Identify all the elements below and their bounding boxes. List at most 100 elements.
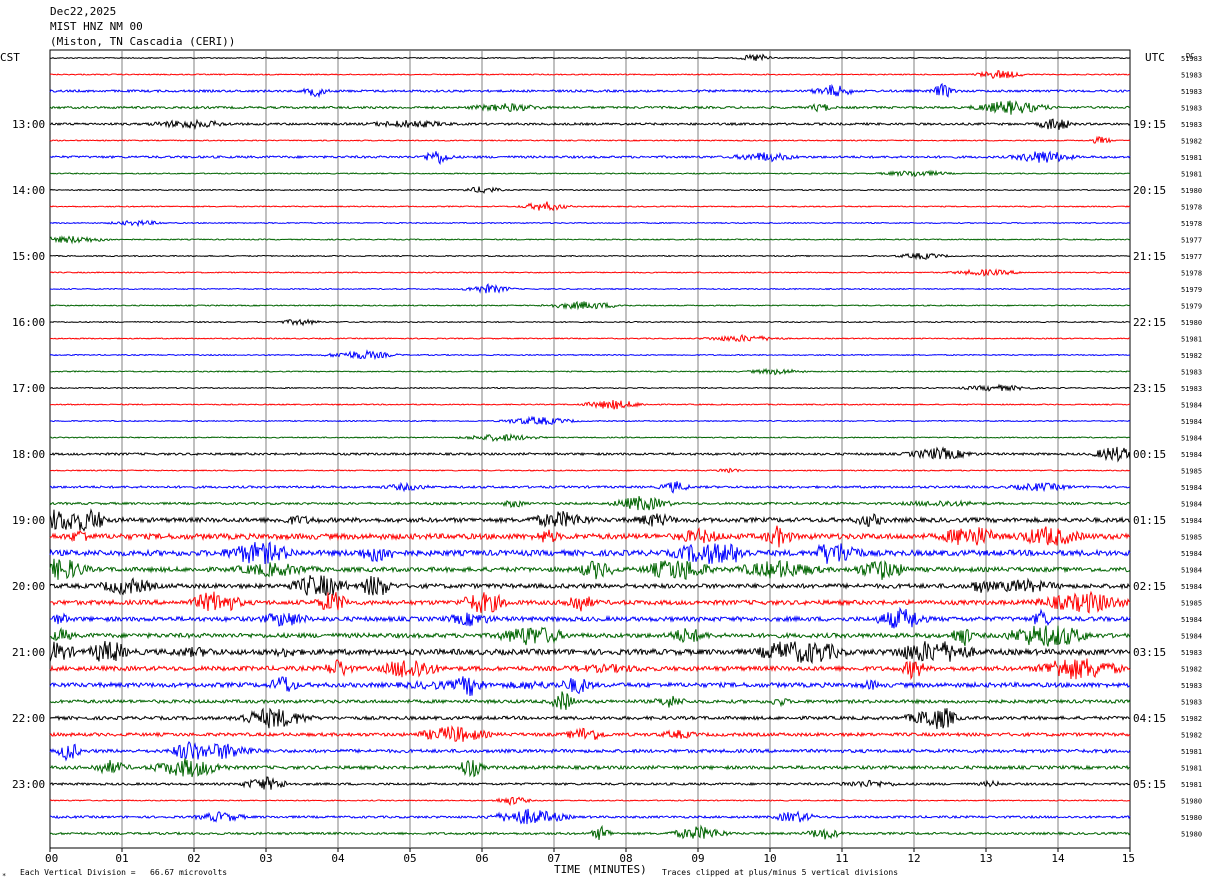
x-tick-label-2: 02 — [187, 852, 200, 865]
trace-25 — [49, 467, 1131, 474]
scale-note: Each Vertical Division = 66.67 microvolt… — [20, 868, 227, 877]
trace-44 — [49, 776, 1131, 790]
dc-offset-24: 51984 — [1181, 451, 1202, 459]
dc-offset-26: 51984 — [1181, 484, 1202, 492]
dc-offset-46: 51980 — [1181, 814, 1202, 822]
dc-offset-10: 51978 — [1181, 220, 1202, 228]
trace-6 — [50, 150, 1131, 165]
dc-offset-31: 51984 — [1181, 567, 1202, 575]
dc-offset-21: 51984 — [1181, 402, 1202, 410]
trace-32 — [49, 575, 1131, 596]
right-hour-label-5: 00:15 — [1133, 448, 1166, 461]
trace-38 — [49, 676, 1131, 697]
left-hour-label-7: 20:00 — [12, 580, 45, 593]
trace-24 — [49, 446, 1131, 463]
dc-offset-25: 51985 — [1181, 468, 1202, 476]
dc-offset-2: 51983 — [1181, 88, 1202, 96]
dc-offset-16: 51980 — [1181, 319, 1202, 327]
trace-36 — [49, 641, 1131, 665]
trace-46 — [49, 808, 1131, 825]
left-hour-label-1: 14:00 — [12, 184, 45, 197]
dc-offset-37: 51982 — [1181, 666, 1202, 674]
dc-offset-8: 51980 — [1181, 187, 1202, 195]
dc-offset-11: 51977 — [1181, 237, 1202, 245]
dc-offset-47: 51980 — [1181, 831, 1202, 839]
left-hour-label-9: 22:00 — [12, 712, 45, 725]
trace-27 — [49, 495, 1131, 511]
dc-offset-9: 51978 — [1181, 204, 1202, 212]
trace-37 — [49, 658, 1131, 681]
right-zone-label: UTC — [1145, 51, 1165, 64]
trace-11 — [49, 235, 1131, 245]
dc-offset-41: 51982 — [1181, 732, 1202, 740]
left-hour-label-5: 18:00 — [12, 448, 45, 461]
trace-42 — [49, 741, 1131, 762]
trace-29 — [49, 525, 1131, 548]
trace-41 — [49, 724, 1131, 742]
dc-offset-20: 51983 — [1181, 385, 1202, 393]
trace-35 — [49, 625, 1131, 647]
x-tick-label-5: 05 — [403, 852, 416, 865]
trace-47 — [49, 824, 1131, 840]
dc-offset-3: 51983 — [1181, 105, 1202, 113]
trace-8 — [49, 186, 1131, 194]
trace-0 — [49, 53, 1131, 62]
dc-offset-39: 51983 — [1181, 699, 1202, 707]
right-hour-label-7: 02:15 — [1133, 580, 1166, 593]
right-hour-label-4: 23:15 — [1133, 382, 1166, 395]
right-hour-label-6: 01:15 — [1133, 514, 1166, 527]
trace-40 — [49, 707, 1131, 730]
dc-offset-22: 51984 — [1181, 418, 1202, 426]
dc-offset-19: 51983 — [1181, 369, 1202, 377]
trace-19 — [50, 367, 1131, 376]
dc-offset-7: 51981 — [1181, 171, 1202, 179]
dc-offset-44: 51981 — [1181, 781, 1202, 789]
plot-frame — [49, 49, 1131, 849]
x-tick-label-1: 01 — [115, 852, 128, 865]
left-hour-label-6: 19:00 — [12, 514, 45, 527]
trace-1 — [49, 70, 1131, 80]
right-hour-label-8: 03:15 — [1133, 646, 1166, 659]
dc-offset-labels: 51983 51983 51983 51983 51983 51982 51981 51981… — [1181, 55, 1202, 839]
right-hour-label-9: 04:15 — [1133, 712, 1166, 725]
dc-offset-36: 51983 — [1181, 649, 1202, 657]
dc-offset-15: 51979 — [1181, 303, 1202, 311]
left-hour-label-10: 23:00 — [12, 778, 45, 791]
dc-offset-14: 51979 — [1181, 286, 1202, 294]
trace-4 — [49, 118, 1131, 131]
trace-3 — [49, 100, 1131, 115]
dc-offset-1: 51983 — [1181, 72, 1202, 80]
left-hour-label-0: 13:00 — [12, 118, 45, 131]
trace-10 — [49, 219, 1131, 228]
trace-23 — [50, 432, 1131, 442]
dc-offset-17: 51981 — [1181, 336, 1202, 344]
left-hour-label-8: 21:00 — [12, 646, 45, 659]
dc-offset-35: 51984 — [1181, 633, 1202, 641]
trace-7 — [49, 169, 1130, 178]
right-hour-label-0: 19:15 — [1133, 118, 1166, 131]
trace-2 — [49, 82, 1131, 99]
dc-offset-42: 51981 — [1181, 748, 1202, 756]
dc-offset-6: 51981 — [1181, 154, 1202, 162]
x-tick-label-6: 06 — [475, 852, 488, 865]
corner-mark: * — [2, 872, 6, 880]
dc-offset-12: 51977 — [1181, 253, 1202, 261]
x-tick-label-12: 12 — [907, 852, 920, 865]
dc-offset-30: 51984 — [1181, 550, 1202, 558]
trace-31 — [49, 558, 1131, 580]
x-axis-label: TIME (MINUTES) — [554, 863, 647, 876]
dc-offset-40: 51982 — [1181, 715, 1202, 723]
dc-offset-45: 51980 — [1181, 798, 1202, 806]
x-tick-label-10: 10 — [763, 852, 776, 865]
trace-17 — [49, 333, 1131, 343]
left-hour-label-2: 15:00 — [12, 250, 45, 263]
clip-note: Traces clipped at plus/minus 5 vertical … — [662, 868, 898, 877]
x-tick-label-13: 13 — [979, 852, 992, 865]
x-tick-label-4: 04 — [331, 852, 345, 865]
trace-33 — [49, 590, 1131, 614]
dc-offset-43: 51981 — [1181, 765, 1202, 773]
trace-43 — [49, 758, 1131, 778]
trace-group — [49, 53, 1131, 840]
trace-20 — [50, 383, 1131, 392]
x-tick-label-11: 11 — [835, 852, 848, 865]
